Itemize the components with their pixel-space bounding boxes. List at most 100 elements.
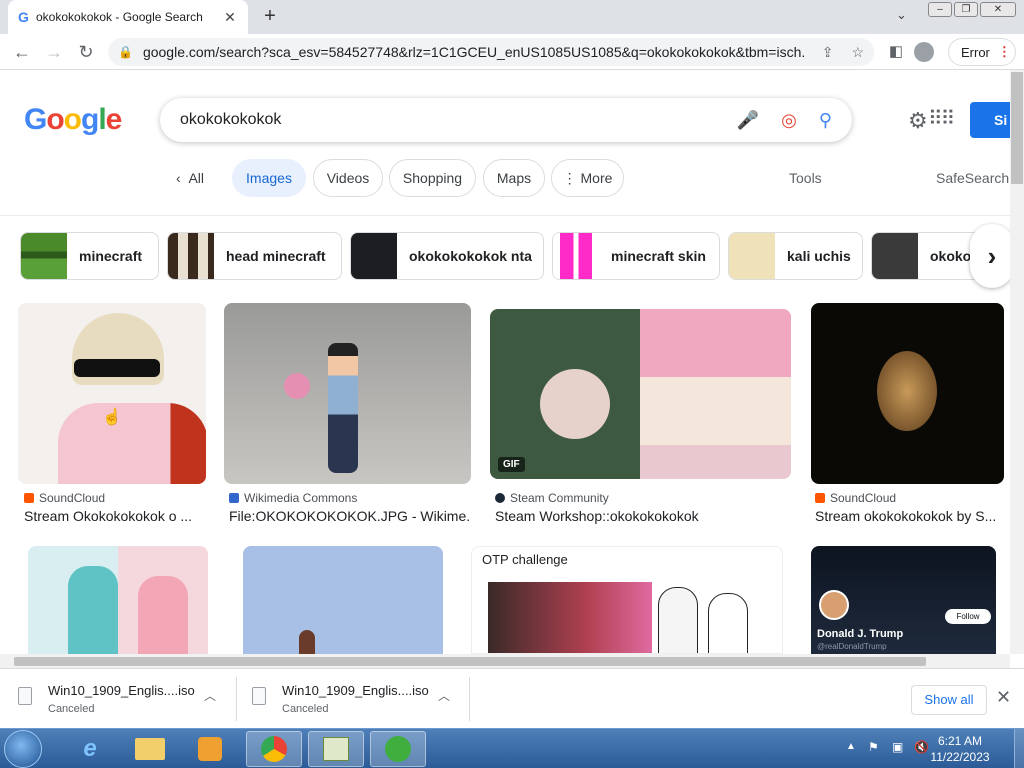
chevron-left-icon: ‹ [176,170,181,186]
nav-divider [0,215,1010,216]
address-bar[interactable]: 🔒 google.com/search?sca_esv=584527748&rl… [108,38,874,66]
apps-grid-icon[interactable]: ⠿⠿ [928,106,955,131]
result-image[interactable] [224,303,471,484]
tab-more[interactable]: ⋮ More [551,159,624,197]
source-label: SoundCloud [830,491,897,505]
search-box[interactable]: okokokokokok 🎤 ◎ ⚲ [160,98,852,142]
figure-shape [68,566,118,654]
download-item[interactable]: Win10_1909_Englis....iso Canceled ︿ [18,681,238,717]
result-image[interactable] [811,303,1004,484]
chrome-icon[interactable] [246,731,302,767]
search-icon[interactable]: ⚲ [819,110,832,131]
side-panel-icon[interactable]: ◧ [886,42,906,60]
related-chip-head-minecraft[interactable]: head minecraft [167,232,342,280]
result-source[interactable]: Steam Community [495,491,609,505]
share-icon[interactable]: ⇪ [822,44,834,61]
wikimedia-icon [229,493,239,503]
app-icon[interactable] [308,731,364,767]
volume-muted-icon[interactable]: 🔇 [914,740,929,754]
result-source[interactable]: Wikimedia Commons [229,491,357,505]
close-download-bar-icon[interactable]: ✕ [996,687,1011,708]
lens-camera-icon[interactable]: ◎ [781,110,797,131]
nav-all[interactable]: ‹ All [176,170,204,186]
tab-search-chevron-icon[interactable]: ⌄ [896,7,907,23]
result-image[interactable]: OTP challenge [471,546,783,654]
close-tab-icon[interactable]: ✕ [222,9,238,26]
vertical-scroll-thumb[interactable] [1011,72,1023,184]
result-caption[interactable]: Stream Okokokokokok o ... [24,508,204,524]
download-status: Canceled [282,703,329,715]
tab-videos[interactable]: Videos [313,159,383,197]
search-query[interactable]: okokokokokok [180,111,715,129]
folder-icon[interactable] [122,731,178,767]
more-dots-icon: ⋮ [562,169,577,186]
clock[interactable]: 6:21 AM 11/22/2023 [930,733,990,765]
result-source[interactable]: SoundCloud [815,491,896,505]
browser-tab[interactable]: G okokokokokok - Google Search ✕ [8,0,248,34]
follow-button: Follow [945,609,991,624]
chevron-up-icon[interactable]: ︿ [438,687,450,704]
tray-expand-icon[interactable]: ▲ [846,741,856,752]
new-tab-button[interactable]: + [260,5,280,28]
result-caption[interactable]: Stream okokokokokok by S... [815,508,1005,524]
action-center-icon[interactable]: ⚑ [868,740,879,754]
related-chip-kali-uchis[interactable]: kali uchis [728,232,863,280]
result-source[interactable]: SoundCloud [24,491,105,505]
ie-icon[interactable]: e [62,731,118,767]
result-image[interactable] [243,546,443,654]
result-image[interactable] [28,546,208,654]
result-image[interactable]: GIF [490,309,791,479]
google-logo[interactable]: Google [24,103,122,137]
chevron-right-icon[interactable]: › [970,224,1014,288]
safesearch-button[interactable]: SafeSearch [936,170,1009,186]
close-window-button[interactable]: ✕ [980,2,1016,17]
related-chip-minecraft-skin[interactable]: minecraft skin [552,232,720,280]
result-image[interactable]: ☝ [18,303,206,484]
file-icon [252,687,266,705]
network-icon[interactable]: ▣ [892,740,903,754]
minimize-button[interactable]: – [928,2,952,17]
show-all-button[interactable]: Show all [911,685,987,715]
microphone-icon[interactable]: 🎤 [737,110,759,131]
forward-arrow-icon[interactable]: → [44,42,64,63]
settings-gear-icon[interactable]: ⚙ [908,108,928,134]
show-desktop-button[interactable] [1014,729,1024,768]
horizontal-scroll-thumb[interactable] [14,657,926,666]
google-favicon-icon: G [18,9,29,25]
restore-button[interactable]: ❐ [954,2,978,17]
related-thumbnail [168,233,214,279]
related-thumbnail [21,233,67,279]
tab-shopping[interactable]: Shopping [389,159,476,197]
profile-avatar-icon[interactable] [914,42,934,62]
url-text: google.com/search?sca_esv=584527748&rlz=… [142,44,804,60]
download-divider [469,677,470,721]
result-image[interactable]: Follow Donald J. Trump @realDonaldTrump [811,546,996,654]
tab-maps[interactable]: Maps [483,159,545,197]
related-label: kali uchis [787,248,851,264]
figure-shape [138,576,188,654]
download-filename: Win10_1909_Englis....iso [48,683,195,698]
download-item[interactable]: Win10_1909_Englis....iso Canceled ︿ [252,681,472,717]
bookmark-star-icon[interactable]: ☆ [851,44,864,61]
tab-strip: G okokokokokok - Google Search ✕ + ⌄ – ❐… [0,0,1024,34]
chevron-up-icon[interactable]: ︿ [204,687,216,704]
start-button[interactable] [4,730,42,768]
result-caption[interactable]: File:OKOKOKOKOKOK.JPG - Wikime... [229,508,469,524]
soundcloud-icon [815,493,825,503]
tools-button[interactable]: Tools [789,170,822,186]
anime-girl-shape [640,309,791,479]
result-caption[interactable]: Steam Workshop::okokokokokok [495,508,791,524]
media-player-icon[interactable] [182,731,238,767]
profile-handle: @realDonaldTrump [817,642,887,651]
reload-icon[interactable]: ↻ [76,42,96,63]
related-thumbnail [729,233,775,279]
related-chip-minecraft[interactable]: minecraft [20,232,159,280]
error-menu-button[interactable]: Error ⋮ [948,38,1016,66]
lock-icon: 🔒 [118,45,133,59]
child-shape [328,343,358,473]
download-manager-icon[interactable] [370,731,426,767]
tab-title: okokokokokok - Google Search [36,10,203,24]
back-arrow-icon[interactable]: ← [12,42,32,63]
tab-images[interactable]: Images [232,159,306,197]
related-chip-okokokokokok-nta[interactable]: okokokokokok nta [350,232,544,280]
